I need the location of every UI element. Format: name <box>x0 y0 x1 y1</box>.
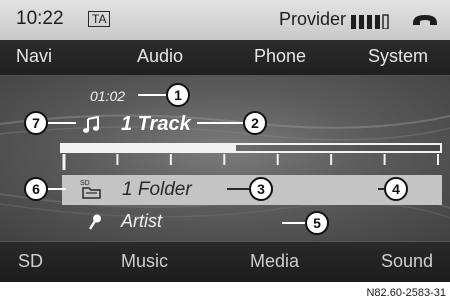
callout-2: 2 <box>243 111 267 135</box>
callout-3: 3 <box>249 177 273 201</box>
callout-7: 7 <box>24 111 48 135</box>
menu-item-system[interactable]: System <box>368 46 428 67</box>
menu-item-audio[interactable]: Audio <box>137 46 183 67</box>
audio-screen: 10:22 TA Provider Navi Audio Phone Syste… <box>0 0 450 282</box>
signal-strength-icon <box>351 14 389 29</box>
player-display: 01:02 1 Track SD 1 Folder Artist 1 2 3 4… <box>0 76 450 241</box>
status-bar: 10:22 TA Provider <box>0 0 450 40</box>
menu-item-navi[interactable]: Navi <box>16 46 52 67</box>
callout-leader-lines <box>48 94 384 224</box>
provider-name: Provider <box>278 9 346 29</box>
clock: 10:22 <box>16 8 64 29</box>
callout-4: 4 <box>384 177 408 201</box>
bottom-item-sd[interactable]: SD <box>18 251 43 272</box>
main-menu: Navi Audio Phone System <box>0 40 450 76</box>
callout-1: 1 <box>166 83 190 107</box>
figure-id: N82.60-2583-31 <box>366 287 446 299</box>
phone-handset-icon <box>413 15 437 25</box>
bottom-menu: SD Music Media Sound <box>0 241 450 282</box>
bottom-item-media[interactable]: Media <box>250 251 299 272</box>
callout-6: 6 <box>24 177 48 201</box>
menu-item-phone[interactable]: Phone <box>254 46 306 67</box>
bottom-item-music[interactable]: Music <box>121 251 168 272</box>
ta-badge: TA <box>88 11 111 27</box>
bottom-item-sound[interactable]: Sound <box>381 251 433 272</box>
callout-5: 5 <box>305 211 329 235</box>
